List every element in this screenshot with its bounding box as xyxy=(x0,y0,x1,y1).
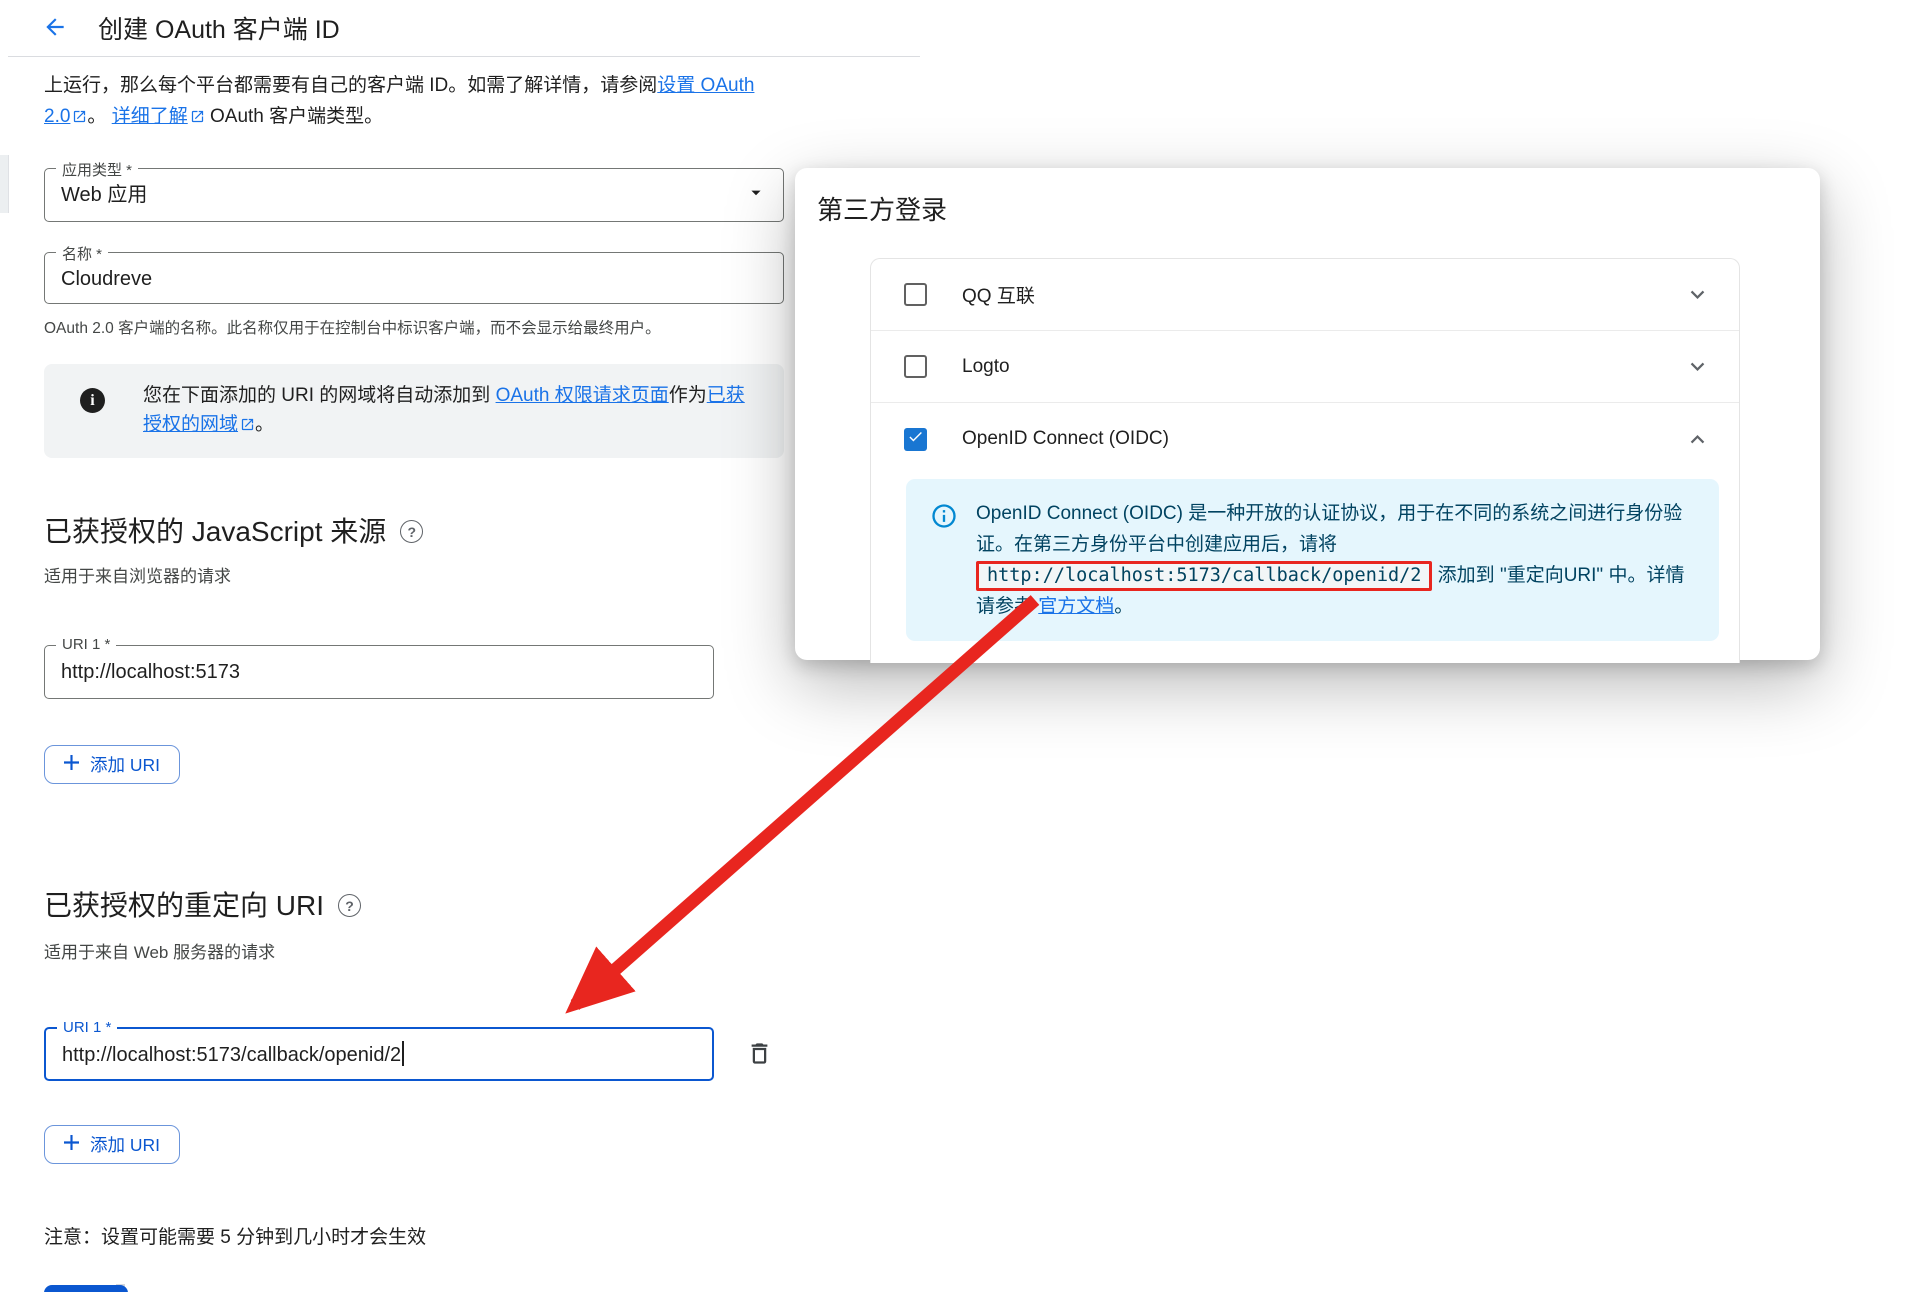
intro-text-3: OAuth 客户端类型。 xyxy=(205,106,383,127)
create-button[interactable]: 创建 xyxy=(44,1285,128,1292)
info-outline-icon xyxy=(930,502,958,535)
chevron-up-icon[interactable] xyxy=(1684,426,1711,453)
redirect-uris-title: 已获授权的重定向 URI xyxy=(44,884,324,924)
propagation-note: 注意：设置可能需要 5 分钟到几小时才会生效 xyxy=(44,1222,784,1249)
help-icon[interactable]: ? xyxy=(400,520,423,543)
third-party-login-panel: 第三方登录 QQ 互联 Logto OpenID Co xyxy=(795,168,1820,660)
redirect-uri-label: URI 1 * xyxy=(57,1019,117,1036)
client-name-value: Cloudreve xyxy=(45,253,783,305)
chevron-down-icon[interactable] xyxy=(1684,353,1711,380)
redirect-uri-row: URI 1 * http://localhost:5173/callback/o… xyxy=(44,1027,784,1081)
provider-label: QQ 互联 xyxy=(962,281,1035,308)
checkbox-checked[interactable] xyxy=(904,428,927,451)
plus-icon xyxy=(64,754,79,775)
official-docs-link[interactable]: 官方文档 xyxy=(1038,596,1114,617)
oidc-info-alert: OpenID Connect (OIDC) 是一种开放的认证协议，用于在不同的系… xyxy=(906,479,1719,641)
chevron-down-icon[interactable] xyxy=(1684,281,1711,308)
provider-label: OpenID Connect (OIDC) xyxy=(962,428,1169,450)
callback-url-code: http://localhost:5173/callback/openid/2 xyxy=(976,561,1432,591)
notice-text-2: 作为 xyxy=(669,385,707,406)
login-providers-accordion: QQ 互联 Logto OpenID Connect (OIDC) xyxy=(870,258,1740,663)
checkbox-unchecked[interactable] xyxy=(904,355,927,378)
card-top-divider xyxy=(8,56,920,57)
provider-label: Logto xyxy=(962,356,1010,378)
page-title: 创建 OAuth 客户端 ID xyxy=(98,10,340,46)
redirect-uri-value: http://localhost:5173/callback/openid/2 xyxy=(46,1029,712,1081)
accordion-row-qq[interactable]: QQ 互联 xyxy=(871,259,1739,331)
external-link-icon xyxy=(72,103,87,134)
app-type-label: 应用类型 * xyxy=(56,159,138,180)
intro-paragraph: 上运行，那么每个平台都需要有自己的客户端 ID。如需了解详情，请参阅设置 OAu… xyxy=(44,70,784,134)
info-banner: i 您在下面添加的 URI 的网域将自动添加到 OAuth 权限请求页面作为已获… xyxy=(44,364,784,458)
plus-icon xyxy=(64,1134,79,1155)
external-link-icon xyxy=(240,412,255,441)
app-type-select[interactable]: 应用类型 * Web 应用 xyxy=(44,168,784,222)
text-cursor xyxy=(402,1041,404,1066)
add-uri-label: 添加 URI xyxy=(90,752,160,777)
client-name-input[interactable]: 名称 * Cloudreve xyxy=(44,252,784,304)
panel-title: 第三方登录 xyxy=(817,190,947,227)
external-link-icon xyxy=(190,103,205,134)
notice-text-1: 您在下面添加的 URI 的网域将自动添加到 xyxy=(143,385,496,406)
arrow-left-icon xyxy=(42,14,68,43)
accordion-row-oidc[interactable]: OpenID Connect (OIDC) xyxy=(871,403,1739,475)
js-origins-title: 已获授权的 JavaScript 来源 xyxy=(44,510,386,550)
redirect-uri-input[interactable]: URI 1 * http://localhost:5173/callback/o… xyxy=(44,1027,714,1081)
intro-text-2: 。 xyxy=(87,106,111,127)
app-type-value: Web 应用 xyxy=(45,169,783,221)
checkbox-unchecked[interactable] xyxy=(904,283,927,306)
redirect-uris-heading: 已获授权的重定向 URI ? xyxy=(44,884,784,924)
js-origins-subtitle: 适用于来自浏览器的请求 xyxy=(44,562,784,587)
js-origins-heading: 已获授权的 JavaScript 来源 ? xyxy=(44,510,784,550)
notice-text-3: 。 xyxy=(255,414,274,435)
consent-screen-link[interactable]: OAuth 权限请求页面 xyxy=(496,385,669,406)
alert-text-1: OpenID Connect (OIDC) 是一种开放的认证协议，用于在不同的系… xyxy=(976,503,1682,555)
delete-uri-button[interactable] xyxy=(742,1038,776,1072)
form-actions: 创建 取消 xyxy=(44,1285,784,1292)
js-origin-uri-label: URI 1 * xyxy=(56,636,116,653)
add-uri-label: 添加 URI xyxy=(90,1132,160,1157)
page-header: 创建 OAuth 客户端 ID xyxy=(0,0,1910,56)
help-icon[interactable]: ? xyxy=(338,894,361,917)
dropdown-caret-icon xyxy=(745,182,767,209)
js-origin-uri-value: http://localhost:5173 xyxy=(45,646,713,698)
redirect-uri-text: http://localhost:5173/callback/openid/2 xyxy=(62,1044,401,1066)
learn-more-link[interactable]: 详细了解 xyxy=(112,106,188,127)
create-oauth-client-page: 创建 OAuth 客户端 ID 上运行，那么每个平台都需要有自己的客户端 ID。… xyxy=(0,0,1910,1292)
js-origin-uri-input[interactable]: URI 1 * http://localhost:5173 xyxy=(44,645,714,699)
trash-icon xyxy=(746,1055,773,1070)
alert-text-3: 。 xyxy=(1114,596,1133,617)
client-name-label: 名称 * xyxy=(56,243,108,264)
intro-text-1: 上运行，那么每个平台都需要有自己的客户端 ID。如需了解详情，请参阅 xyxy=(44,75,657,96)
info-banner-text: 您在下面添加的 URI 的网域将自动添加到 OAuth 权限请求页面作为已获授权… xyxy=(143,381,760,441)
left-edge-strip xyxy=(0,155,9,213)
add-js-origin-uri-button[interactable]: 添加 URI xyxy=(44,745,180,784)
oauth-client-form: 上运行，那么每个平台都需要有自己的客户端 ID。如需了解详情，请参阅设置 OAu… xyxy=(44,60,784,1292)
oidc-alert-text: OpenID Connect (OIDC) 是一种开放的认证协议，用于在不同的系… xyxy=(976,498,1685,622)
check-icon xyxy=(907,428,924,450)
client-name-helper: OAuth 2.0 客户端的名称。此名称仅用于在控制台中标识客户端，而不会显示给… xyxy=(44,316,784,338)
back-button[interactable] xyxy=(38,11,72,45)
add-redirect-uri-button[interactable]: 添加 URI xyxy=(44,1125,180,1164)
accordion-row-logto[interactable]: Logto xyxy=(871,331,1739,403)
redirect-uris-subtitle: 适用于来自 Web 服务器的请求 xyxy=(44,938,784,963)
info-icon: i xyxy=(80,388,105,413)
